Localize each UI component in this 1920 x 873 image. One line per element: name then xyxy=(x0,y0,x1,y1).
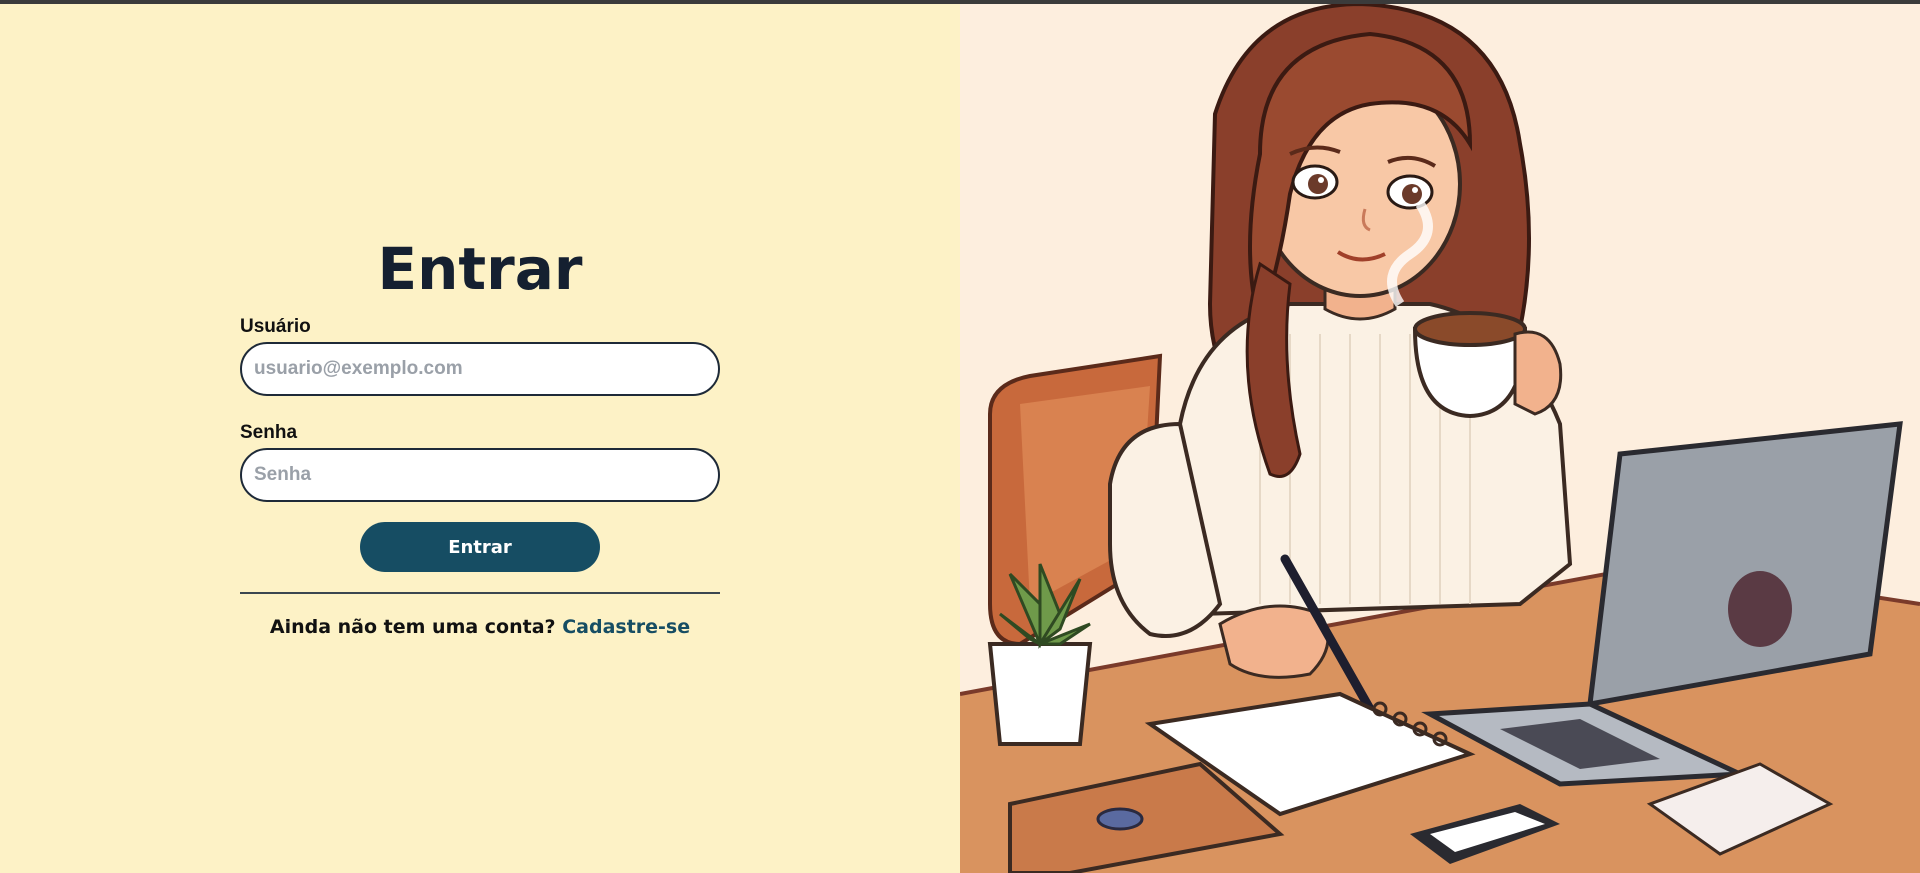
illustration-panel xyxy=(960,4,1920,873)
signup-prompt: Ainda não tem uma conta? xyxy=(269,616,556,638)
signup-line: Ainda não tem uma conta? Cadastre-se xyxy=(240,616,720,638)
username-input[interactable] xyxy=(240,342,720,396)
submit-wrap: Entrar xyxy=(240,522,720,572)
page-title: Entrar xyxy=(377,235,583,303)
password-label: Senha xyxy=(240,422,298,443)
login-button[interactable]: Entrar xyxy=(360,522,600,572)
username-label: Usuário xyxy=(240,316,311,337)
woman-with-coffee-illustration xyxy=(960,4,1920,873)
signup-link[interactable]: Cadastre-se xyxy=(562,616,690,638)
divider xyxy=(240,592,720,594)
login-panel: Entrar Usuário Senha Entrar Ainda não te… xyxy=(0,4,960,873)
password-input[interactable] xyxy=(240,448,720,502)
login-form: Entrar Usuário Senha Entrar Ainda não te… xyxy=(240,230,720,638)
